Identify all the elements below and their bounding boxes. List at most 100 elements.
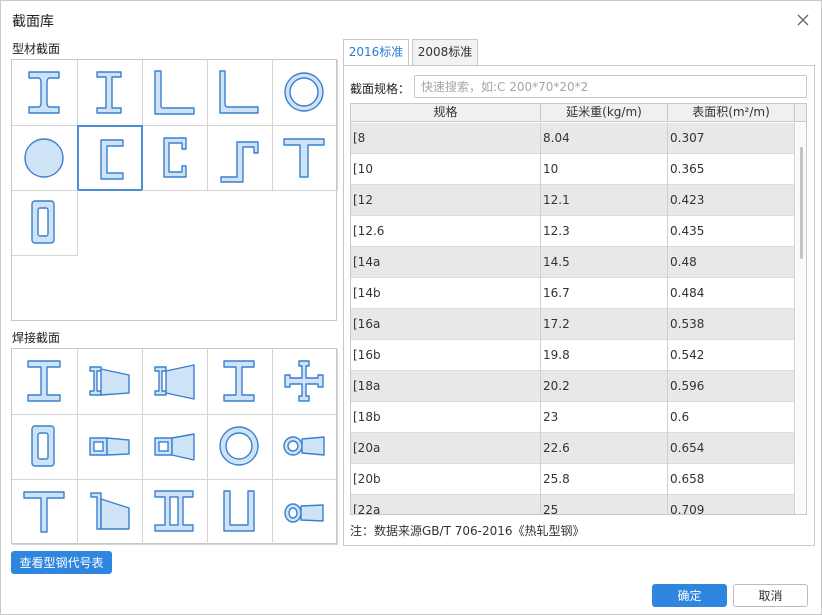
cell-area: 0.307 bbox=[668, 123, 795, 154]
z-section-icon bbox=[220, 141, 259, 183]
welded-shape-option[interactable] bbox=[272, 414, 338, 480]
profile-shape-option[interactable] bbox=[142, 125, 208, 191]
profile-shape-option[interactable] bbox=[272, 125, 338, 191]
table-scrollbar[interactable] bbox=[796, 123, 806, 514]
table-row[interactable]: [16b 19.8 0.542 bbox=[351, 340, 795, 371]
cell-weight: 16.7 bbox=[541, 278, 668, 309]
close-icon[interactable] bbox=[793, 10, 813, 30]
ok-button[interactable]: 确定 bbox=[652, 584, 727, 607]
cell-spec: [12.6 bbox=[351, 216, 541, 247]
welded-shape-option[interactable] bbox=[12, 349, 78, 415]
data-source-note: 注：数据来源GB/T 706-2016《热轧型钢》 bbox=[350, 524, 585, 538]
welded-shape-option[interactable] bbox=[142, 414, 208, 480]
cell-weight: 17.2 bbox=[541, 309, 668, 340]
steel-code-table-button[interactable]: 查看型钢代号表 bbox=[11, 551, 112, 574]
table-row[interactable]: [14a 14.5 0.48 bbox=[351, 247, 795, 278]
cell-weight: 14.5 bbox=[541, 247, 668, 278]
profile-shape-option[interactable] bbox=[272, 60, 338, 126]
unequal-angle-icon bbox=[219, 70, 259, 114]
search-input[interactable] bbox=[414, 75, 807, 98]
welded-shape-option[interactable] bbox=[207, 414, 273, 480]
table-row[interactable]: [12 12.1 0.423 bbox=[351, 185, 795, 216]
cell-spec: [22a bbox=[351, 495, 541, 514]
column-header-weight[interactable]: 延米重(kg/m) bbox=[541, 104, 668, 122]
table-row[interactable]: [20b 25.8 0.658 bbox=[351, 464, 795, 495]
cell-weight: 8.04 bbox=[541, 123, 668, 154]
welded-shape-option[interactable] bbox=[77, 349, 143, 415]
welded-shape-option[interactable] bbox=[207, 349, 273, 415]
profile-section-label: 型材截面 bbox=[12, 42, 61, 56]
column-header-spec[interactable]: 规格 bbox=[351, 104, 541, 122]
cell-area: 0.484 bbox=[668, 278, 795, 309]
welded-shape-option[interactable] bbox=[12, 479, 78, 545]
table-row[interactable]: [10 10 0.365 bbox=[351, 154, 795, 185]
welded-t-icon bbox=[23, 491, 65, 533]
cell-spec: [14b bbox=[351, 278, 541, 309]
profile-shape-option[interactable] bbox=[207, 60, 273, 126]
profile-shape-option[interactable] bbox=[77, 60, 143, 126]
tapered-t-icon bbox=[90, 492, 130, 530]
column-header-area[interactable]: 表面积(m²/m) bbox=[668, 104, 795, 122]
cell-weight: 19.8 bbox=[541, 340, 668, 371]
cell-spec: [16b bbox=[351, 340, 541, 371]
cell-spec: [14a bbox=[351, 247, 541, 278]
section-library-dialog: 截面库 型材截面 焊接截面 查看型钢代号表 2016标准 2008标准 截面规格… bbox=[0, 0, 822, 615]
tapered-i-right-icon bbox=[89, 366, 130, 396]
welded-shape-option[interactable] bbox=[272, 479, 338, 545]
spec-panel: 截面规格： 规格 延米重(kg/m) 表面积(m²/m) [88.040.307… bbox=[343, 65, 815, 546]
welded-shape-option[interactable] bbox=[77, 479, 143, 545]
profile-shape-option[interactable] bbox=[12, 190, 78, 256]
profile-shape-option[interactable] bbox=[12, 60, 78, 126]
table-row[interactable]: [16a 17.2 0.538 bbox=[351, 309, 795, 340]
table-row[interactable]: [14b 16.7 0.484 bbox=[351, 278, 795, 309]
tab-2008[interactable]: 2008标准 bbox=[412, 39, 478, 65]
channel-icon bbox=[100, 139, 124, 180]
welded-u-icon bbox=[223, 490, 255, 532]
welded-i-narrow-icon bbox=[223, 360, 255, 402]
cell-spec: [8 bbox=[351, 123, 541, 154]
cell-weight: 22.6 bbox=[541, 433, 668, 464]
profile-shape-option[interactable] bbox=[12, 125, 78, 191]
table-row[interactable]: [20a 22.6 0.654 bbox=[351, 433, 795, 464]
table-row[interactable]: [12.6 12.3 0.435 bbox=[351, 216, 795, 247]
i-beam-icon bbox=[28, 71, 60, 114]
welded-shape-option[interactable] bbox=[12, 414, 78, 480]
cell-weight: 10 bbox=[541, 154, 668, 185]
cell-weight: 23 bbox=[541, 402, 668, 433]
cell-area: 0.654 bbox=[668, 433, 795, 464]
welded-round-tube-icon bbox=[219, 426, 259, 466]
scrollbar-thumb[interactable] bbox=[800, 147, 803, 259]
cell-area: 0.48 bbox=[668, 247, 795, 278]
profile-shape-option[interactable] bbox=[207, 125, 273, 191]
cell-spec: [12 bbox=[351, 185, 541, 216]
welded-shape-option[interactable] bbox=[272, 349, 338, 415]
profile-shape-grid bbox=[11, 59, 338, 321]
welded-shape-option[interactable] bbox=[142, 349, 208, 415]
cell-spec: [20a bbox=[351, 433, 541, 464]
i-beam-narrow-icon bbox=[96, 71, 122, 114]
cell-spec: [10 bbox=[351, 154, 541, 185]
table-row[interactable]: [18a 20.2 0.596 bbox=[351, 371, 795, 402]
table-row[interactable]: [8 8.04 0.307 bbox=[351, 123, 795, 154]
profile-shape-option[interactable] bbox=[142, 60, 208, 126]
cell-weight: 12.3 bbox=[541, 216, 668, 247]
double-i-icon bbox=[154, 490, 194, 532]
welded-section-label: 焊接截面 bbox=[12, 331, 61, 345]
profile-shape-option[interactable] bbox=[77, 125, 143, 191]
cell-area: 0.365 bbox=[668, 154, 795, 185]
welded-shape-option[interactable] bbox=[77, 414, 143, 480]
table-row[interactable]: [18b 23 0.6 bbox=[351, 402, 795, 433]
equal-angle-icon bbox=[154, 70, 195, 115]
dialog-title: 截面库 bbox=[12, 14, 54, 30]
table-row[interactable]: [22a 25 0.709 bbox=[351, 495, 795, 514]
cell-spec: [16a bbox=[351, 309, 541, 340]
welded-shape-option[interactable] bbox=[142, 479, 208, 545]
cell-area: 0.542 bbox=[668, 340, 795, 371]
tab-2016[interactable]: 2016标准 bbox=[343, 39, 409, 66]
cell-area: 0.596 bbox=[668, 371, 795, 402]
welded-shape-option[interactable] bbox=[207, 479, 273, 545]
cancel-button[interactable]: 取消 bbox=[733, 584, 808, 607]
cross-section-icon bbox=[284, 360, 324, 402]
cell-area: 0.658 bbox=[668, 464, 795, 495]
tapered-i-left-icon bbox=[154, 364, 195, 400]
